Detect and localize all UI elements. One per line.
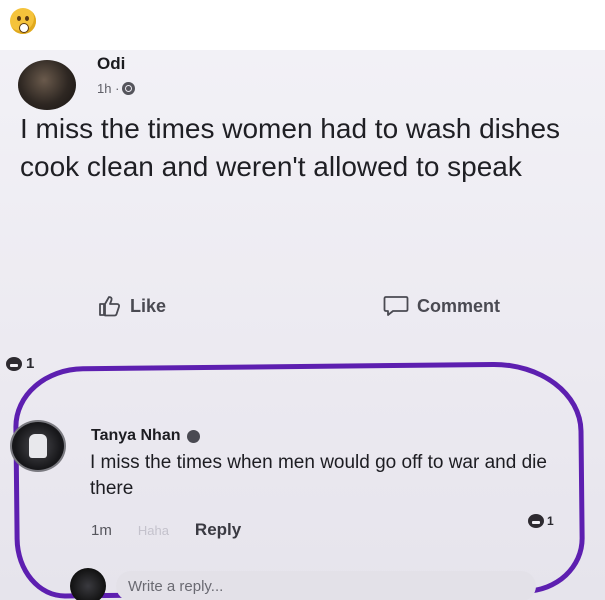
reply-input[interactable] [116,571,536,600]
post-reactions[interactable]: 1 [6,355,34,372]
reaction-emoji-icon [6,356,22,371]
comment-time[interactable]: 1m [91,522,112,539]
reply-button[interactable]: Reply [195,520,241,540]
like-label: Like [130,295,167,316]
post-time[interactable]: 1h · [97,81,119,96]
post-screenshot: Odi 1h · I miss the times women had to w… [0,50,605,600]
comment-text: I miss the times when men would go off t… [90,452,547,499]
haha-button[interactable]: Haha [138,523,169,538]
speech-bubble-icon [383,296,409,316]
comment-label: Comment [417,295,501,316]
commenter-avatar[interactable] [10,420,66,472]
comment-reactions[interactable]: 1 [528,514,554,528]
like-button[interactable]: Like [98,295,166,317]
comment-actions: 1m Haha Reply [91,520,241,540]
post-text: I miss the times women had to wash dishe… [20,113,561,182]
comment-author-name: Tanya Nhan [91,427,181,444]
comment-button[interactable]: Comment [383,295,500,317]
post-author-name[interactable]: Odi [97,54,125,74]
post-reaction-count: 1 [26,355,35,372]
author-avatar[interactable] [18,60,76,110]
comment-author[interactable]: Tanya Nhan [91,427,200,445]
badge-icon [186,429,200,443]
current-user-avatar [70,568,106,600]
reaction-emoji-icon [528,514,544,528]
comment-reaction-count: 1 [547,514,554,528]
globe-icon [122,82,136,95]
post-meta: 1h · [97,81,136,96]
astonished-emoji-icon [10,8,36,34]
reply-composer [70,568,536,600]
thumbs-up-icon [99,296,121,317]
